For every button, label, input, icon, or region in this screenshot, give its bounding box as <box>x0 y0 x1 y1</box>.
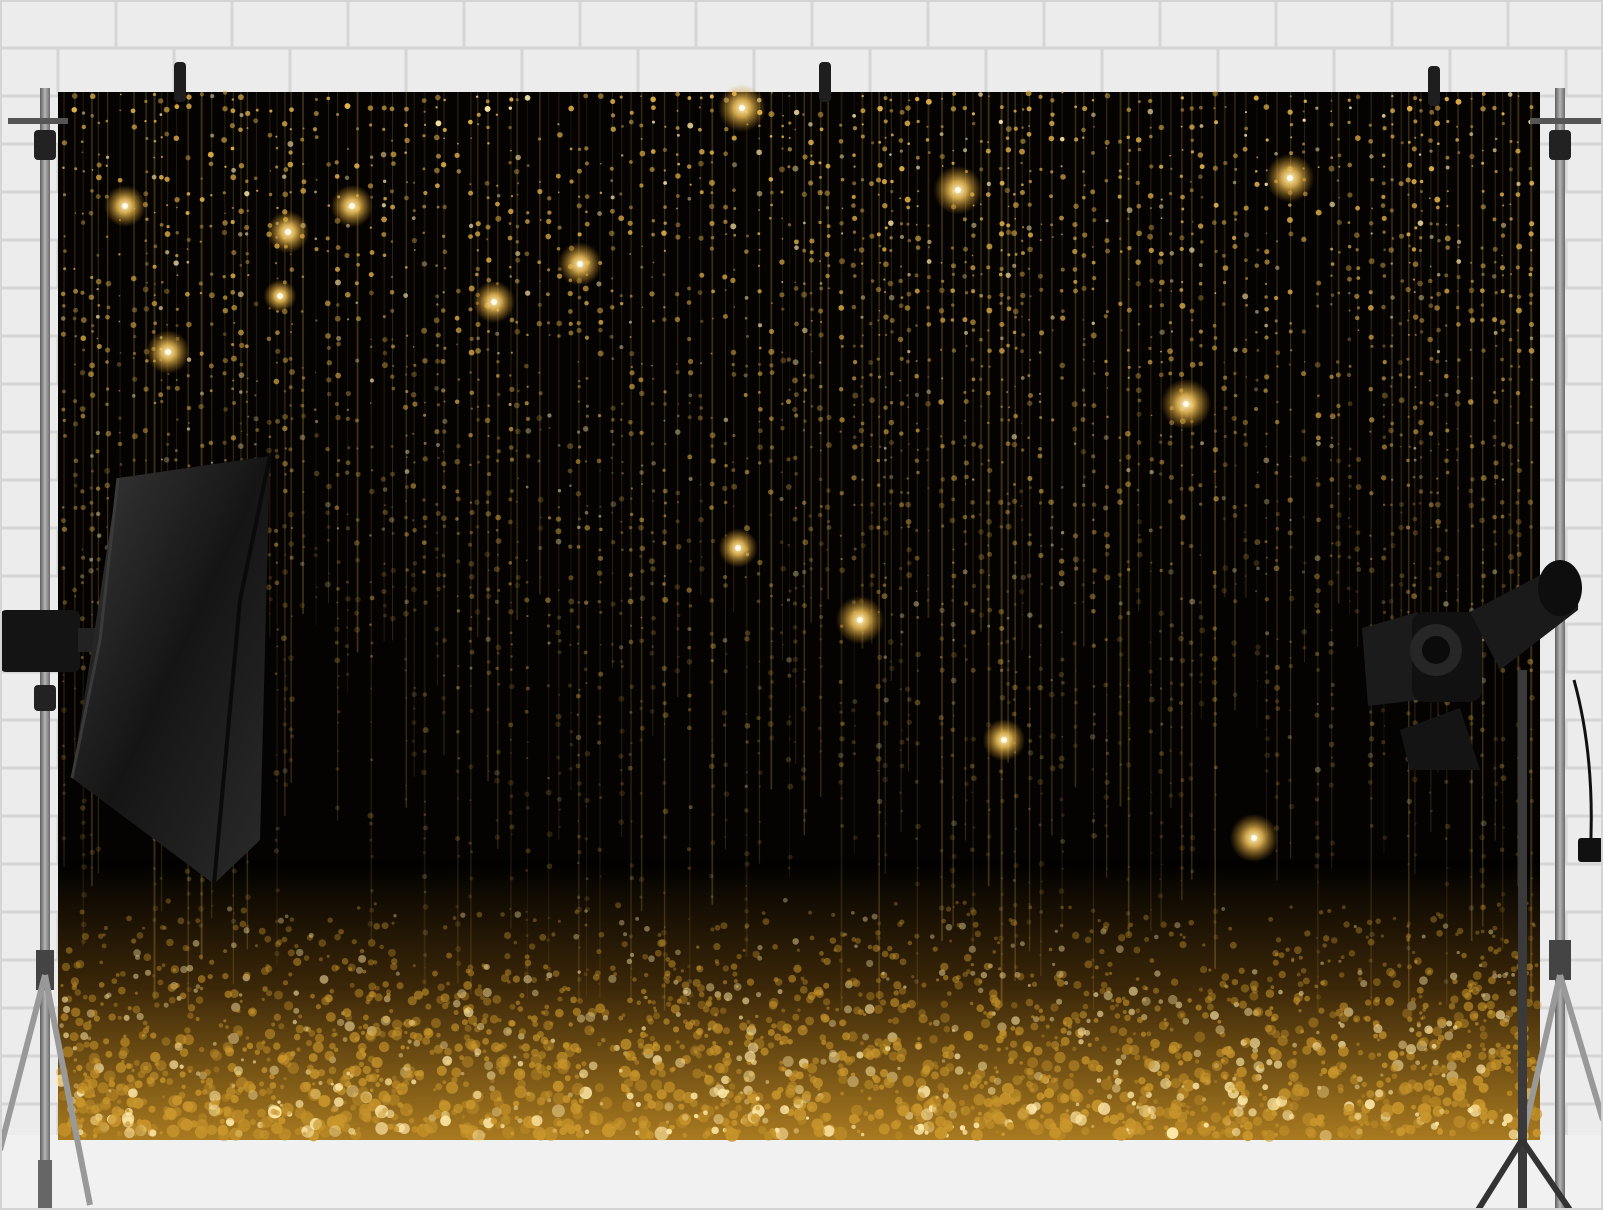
glitter-backdrop <box>55 84 1543 1143</box>
studio-floor <box>0 1135 1603 1210</box>
studio-scene <box>0 0 1603 1210</box>
studio-illustration <box>0 0 1603 1210</box>
